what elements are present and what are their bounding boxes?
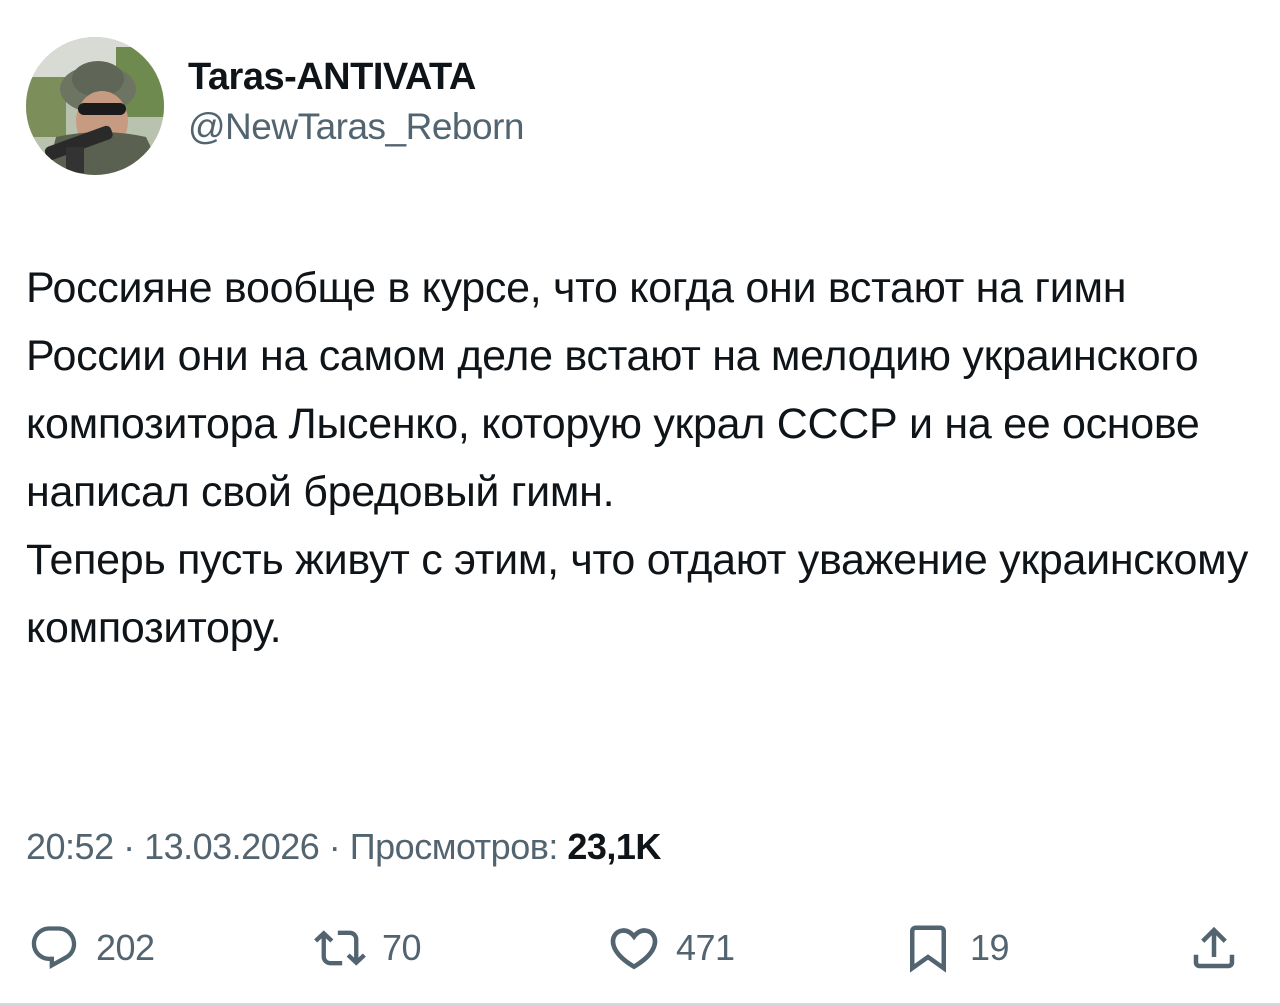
- tweet-date[interactable]: 13.03.2026: [144, 826, 320, 867]
- avatar-image: [26, 37, 164, 175]
- repost-button[interactable]: 70: [312, 918, 422, 978]
- like-button[interactable]: 471: [606, 918, 735, 978]
- bookmark-button[interactable]: 19: [900, 918, 1010, 978]
- tweet-text: Россияне вообще в курсе, что когда они в…: [26, 254, 1266, 662]
- reply-button[interactable]: 202: [26, 918, 155, 978]
- bookmark-count: 19: [970, 927, 1010, 968]
- share-button[interactable]: [1186, 918, 1242, 978]
- share-icon: [1186, 920, 1242, 976]
- bookmark-icon: [900, 920, 956, 976]
- meta-separator: ·: [319, 826, 350, 867]
- views-count: 23,1K: [567, 826, 661, 867]
- repost-icon: [312, 920, 368, 976]
- tweet: Taras-ANTIVATA @NewTaras_Reborn Россияне…: [0, 0, 1280, 1005]
- user-handle[interactable]: @NewTaras_Reborn: [188, 104, 524, 150]
- tweet-paragraph: Теперь пусть живут с этим, что отдают ув…: [26, 536, 1249, 652]
- tweet-paragraph: Россияне вообще в курсе, что когда они в…: [26, 264, 1200, 516]
- avatar[interactable]: [26, 37, 164, 175]
- tweet-header: Taras-ANTIVATA @NewTaras_Reborn: [26, 36, 524, 176]
- display-name[interactable]: Taras-ANTIVATA: [188, 54, 524, 100]
- author-names: Taras-ANTIVATA @NewTaras_Reborn: [188, 54, 524, 150]
- like-count: 471: [676, 927, 735, 968]
- repost-count: 70: [382, 927, 422, 968]
- reply-count: 202: [96, 927, 155, 968]
- tweet-time[interactable]: 20:52: [26, 826, 114, 867]
- heart-icon: [606, 920, 662, 976]
- meta-separator: ·: [113, 826, 145, 867]
- views-label: Просмотров:: [349, 826, 559, 867]
- tweet-meta: 20:52 · 13.03.2026 · Просмотров: 23,1K: [26, 822, 661, 872]
- action-bar: 202 70 471 19: [26, 918, 1256, 978]
- reply-icon: [26, 920, 82, 976]
